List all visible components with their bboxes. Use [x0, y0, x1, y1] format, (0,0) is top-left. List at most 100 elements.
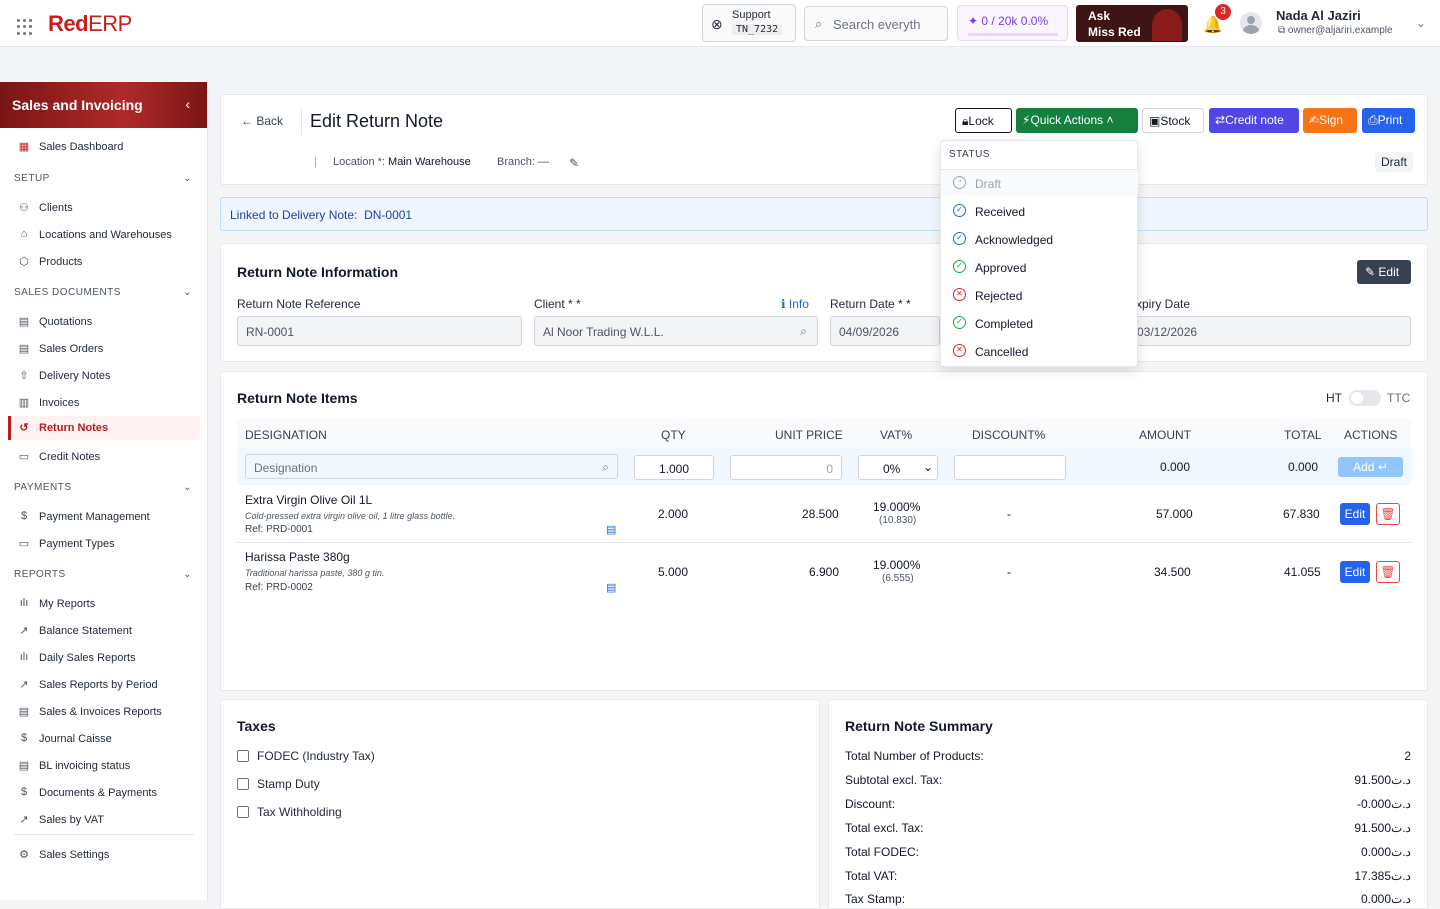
add-item-button[interactable]: Add ↵ — [1338, 457, 1403, 477]
chevron-down-icon[interactable]: ⌄ — [1416, 16, 1426, 30]
sidebar-item-invoices[interactable]: ▥ Invoices — [8, 391, 200, 415]
expiry-date-input[interactable]: 03/12/2026 — [1130, 316, 1411, 346]
clock-icon: ◔ — [953, 176, 966, 189]
status-option-draft[interactable]: ◔ Draft — [942, 170, 1138, 196]
status-option-approved[interactable]: ✓ Approved — [942, 254, 1138, 280]
status-option-rejected[interactable]: ✕ Rejected — [942, 282, 1138, 308]
chevron-down-icon: ⌄ — [183, 482, 192, 493]
sidebar-item-journal-caisse[interactable]: $ Journal Caisse — [8, 727, 200, 751]
delete-item-button[interactable]: 🗑︎ — [1376, 561, 1400, 583]
withholding-checkbox[interactable] — [237, 806, 249, 818]
taxes-heading: Taxes — [237, 718, 276, 734]
apps-grid-icon[interactable] — [17, 19, 33, 35]
withholding-label: Tax Withholding — [257, 805, 342, 819]
sign-button[interactable]: ✍︎Sign — [1303, 108, 1357, 133]
sidebar-item-credit-notes[interactable]: ▭ Credit Notes — [8, 445, 200, 469]
sidebar-item-sales-invoices-reports[interactable]: ▤ Sales & Invoices Reports — [8, 700, 200, 724]
section-reports[interactable]: REPORTS ⌄ — [14, 569, 192, 580]
user-avatar[interactable] — [1240, 12, 1262, 34]
item-name: Extra Virgin Olive Oil 1L — [245, 493, 373, 507]
pencil-icon[interactable]: ✎ — [569, 156, 579, 170]
document-icon: ▤ — [18, 316, 30, 328]
status-badge: Draft — [1375, 152, 1414, 172]
section-setup[interactable]: SETUP ⌄ — [14, 173, 192, 184]
sidebar-item-sales-orders[interactable]: ▤ Sales Orders — [8, 337, 200, 361]
sidebar-item-clients[interactable]: ⚇ Clients — [8, 196, 200, 220]
support-button[interactable]: ⊗ Support TN_7232 — [702, 4, 796, 42]
search-icon: ⌕ — [602, 460, 609, 474]
divider: | — [314, 156, 317, 168]
fodec-checkbox[interactable] — [237, 750, 249, 762]
collapse-sidebar-icon[interactable]: ‹ — [185, 96, 190, 112]
sidebar-item-delivery-notes[interactable]: ⇧ Delivery Notes — [8, 364, 200, 388]
client-input[interactable]: Al Noor Trading W.L.L. ⌕ — [534, 316, 818, 346]
client-info-link[interactable]: ℹ Info — [781, 297, 809, 311]
app-logo[interactable]: RedERP — [48, 11, 132, 37]
col-amount: AMOUNT — [1139, 428, 1191, 442]
info-heading: Return Note Information — [237, 264, 398, 280]
lock-button[interactable]: 🔒︎Lock — [955, 108, 1012, 133]
sidebar-item-my-reports[interactable]: ılı My Reports — [8, 592, 200, 616]
sidebar-item-sales-by-period[interactable]: ↗ Sales Reports by Period — [8, 673, 200, 697]
ttc-label: TTC — [1387, 391, 1411, 405]
sidebar-item-bl-invoicing-status[interactable]: ▤ BL invoicing status — [8, 754, 200, 778]
user-name[interactable]: Nada Al Jaziri — [1276, 8, 1361, 23]
credit-note-button[interactable]: ⇄Credit note — [1209, 108, 1299, 133]
ref-input[interactable]: RN-0001 — [237, 316, 522, 346]
sidebar-item-locations[interactable]: ⌂ Locations and Warehouses — [8, 223, 200, 247]
unit-price-input[interactable]: 0 — [730, 455, 842, 480]
ai-quota-indicator[interactable]: ✦ 0 / 20k 0.0% — [957, 5, 1068, 41]
upload-icon: ⇧ — [19, 370, 29, 382]
status-option-received[interactable]: ✓ Received — [942, 198, 1138, 224]
status-option-acknowledged[interactable]: ✓ Acknowledged — [942, 226, 1138, 252]
back-button[interactable]: ← Back — [241, 114, 283, 128]
sidebar-item-return-notes[interactable]: ↺ Return Notes — [8, 416, 200, 440]
item-vat-amount: (10.830) — [879, 515, 917, 526]
section-sales-documents[interactable]: SALES DOCUMENTS ⌄ — [14, 287, 192, 298]
delete-item-button[interactable]: 🗑︎ — [1376, 503, 1400, 525]
summary-row: Total FODEC: 0.000د.ت — [845, 845, 1411, 859]
quick-actions-button[interactable]: ⚡︎Quick Actions ˄ — [1016, 108, 1138, 133]
stock-button[interactable]: ▣Stock — [1142, 108, 1204, 133]
linked-delivery-note-link[interactable]: DN-0001 — [364, 208, 412, 222]
item-description: Cold-pressed extra virgin olive oil, 1 l… — [245, 511, 456, 521]
item-unit-price: 28.500 — [802, 507, 839, 521]
item-vat: 19.000% — [873, 500, 921, 514]
ask-miss-red-button[interactable]: Ask Miss Red — [1076, 5, 1188, 42]
designation-input[interactable]: Designation ⌕ — [245, 454, 618, 479]
quota-text: 0 / 20k 0.0% — [981, 14, 1049, 28]
sidebar-item-sales-settings[interactable]: ⚙ Sales Settings — [8, 843, 200, 867]
summary-row: Total Number of Products: 2 — [845, 749, 1411, 763]
section-payments[interactable]: PAYMENTS ⌄ — [14, 482, 192, 493]
ht-ttc-toggle[interactable] — [1349, 390, 1381, 406]
search-input[interactable]: ⌕ Search everyth — [804, 6, 948, 41]
return-date-input[interactable]: 04/09/2026 — [830, 316, 940, 346]
sidebar-item-quotations[interactable]: ▤ Quotations — [8, 310, 200, 334]
status-option-cancelled[interactable]: ✕ Cancelled — [942, 338, 1138, 364]
sidebar-item-payment-management[interactable]: $ Payment Management — [8, 505, 200, 529]
x-circle-icon: ✕ — [953, 344, 966, 357]
sidebar-item-products[interactable]: ⬡ Products — [8, 250, 200, 274]
edit-item-button[interactable]: Edit — [1340, 561, 1370, 583]
qty-input[interactable]: 1.000 — [634, 455, 714, 480]
note-icon[interactable]: ▤ — [606, 523, 616, 536]
location-field: Location *: Main Warehouse — [333, 156, 471, 168]
summary-heading: Return Note Summary — [845, 718, 993, 734]
sidebar-item-documents-payments[interactable]: $ Documents & Payments — [8, 781, 200, 805]
note-icon[interactable]: ▤ — [606, 581, 616, 594]
sidebar-item-sales-dashboard[interactable]: ▦ Sales Dashboard — [8, 135, 200, 159]
sidebar-item-balance-statement[interactable]: ↗ Balance Statement — [8, 619, 200, 643]
item-discount: - — [1007, 565, 1011, 579]
sidebar-item-daily-sales[interactable]: ılı Daily Sales Reports — [8, 646, 200, 670]
status-option-completed[interactable]: ✓ Completed — [942, 310, 1138, 336]
edit-info-button[interactable]: ✎ Edit — [1357, 260, 1411, 284]
vat-select[interactable]: 0% ⌄ — [858, 455, 938, 480]
sidebar-item-sales-by-vat[interactable]: ↗ Sales by VAT — [8, 808, 200, 832]
sidebar-item-payment-types[interactable]: ▭ Payment Types — [8, 532, 200, 556]
col-qty: QTY — [661, 428, 686, 442]
stamp-duty-checkbox[interactable] — [237, 778, 249, 790]
print-button[interactable]: ⎙Print — [1362, 108, 1415, 133]
edit-item-button[interactable]: Edit — [1340, 503, 1370, 525]
discount-input[interactable] — [954, 455, 1066, 480]
item-qty: 5.000 — [658, 565, 689, 579]
